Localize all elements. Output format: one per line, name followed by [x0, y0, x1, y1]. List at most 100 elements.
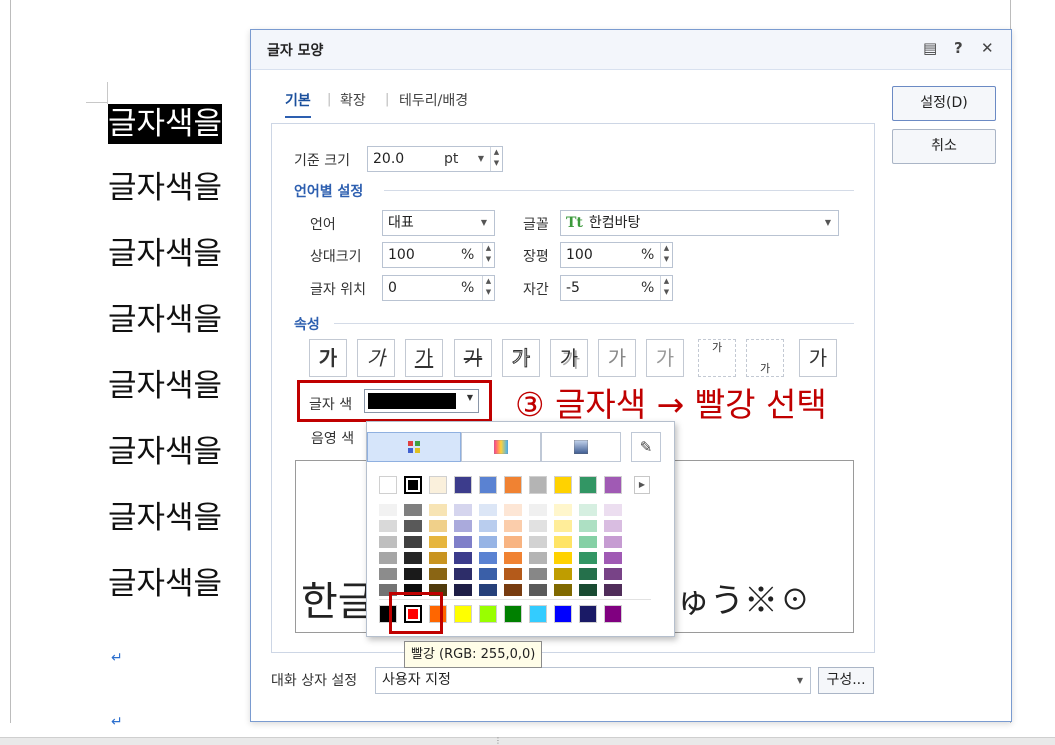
palette-shade-swatch[interactable]	[529, 504, 547, 516]
attr-normal-button[interactable]: 가	[799, 339, 837, 377]
palette-shade-swatch[interactable]	[454, 504, 472, 516]
palette-shade-swatch[interactable]	[504, 568, 522, 580]
palette-tab-spectrum[interactable]	[461, 432, 541, 462]
spinner-icon[interactable]: ▲ ▼	[660, 276, 672, 300]
horizontal-scrollbar[interactable]	[0, 737, 1055, 745]
palette-swatch[interactable]	[529, 605, 547, 623]
palette-shade-swatch[interactable]	[604, 568, 622, 580]
palette-swatch[interactable]	[504, 605, 522, 623]
document-line[interactable]: 글자색을	[108, 432, 222, 472]
palette-swatch[interactable]	[604, 476, 622, 494]
palette-swatch[interactable]	[554, 476, 572, 494]
palette-shade-swatch[interactable]	[579, 568, 597, 580]
palette-shade-swatch[interactable]	[579, 520, 597, 532]
palette-shade-swatch[interactable]	[579, 552, 597, 564]
width-input[interactable]: 100 % ▲ ▼	[560, 242, 673, 268]
font-select[interactable]: Tt 한컴바탕 ▼	[560, 210, 839, 236]
spinner-icon[interactable]: ▲ ▼	[482, 276, 494, 300]
palette-shade-swatch[interactable]	[454, 536, 472, 548]
dialog-titlebar[interactable]: 글자 모양 ▤ ? ✕	[251, 30, 1011, 70]
palette-swatch[interactable]	[454, 476, 472, 494]
palette-shade-swatch[interactable]	[454, 568, 472, 580]
attr-strikethrough-button[interactable]: 가	[454, 339, 492, 377]
help-icon[interactable]: ?	[954, 39, 963, 57]
palette-shade-swatch[interactable]	[379, 536, 397, 548]
attr-underline-button[interactable]: 가	[405, 339, 443, 377]
palette-shade-swatch[interactable]	[454, 520, 472, 532]
palette-swatch[interactable]	[579, 476, 597, 494]
ok-button[interactable]: 설정(D)	[892, 86, 996, 121]
palette-shade-swatch[interactable]	[404, 536, 422, 548]
attr-shadow-button[interactable]: 가	[550, 339, 588, 377]
attr-superscript-button[interactable]: 가	[698, 339, 736, 377]
tab-basic[interactable]: 기본	[285, 90, 311, 118]
attr-bold-button[interactable]: 가	[309, 339, 347, 377]
palette-shade-swatch[interactable]	[404, 568, 422, 580]
palette-shade-swatch[interactable]	[504, 520, 522, 532]
position-input[interactable]: 0 % ▲ ▼	[382, 275, 495, 301]
palette-shade-swatch[interactable]	[529, 520, 547, 532]
palette-swatch[interactable]	[579, 605, 597, 623]
palette-shade-swatch[interactable]	[604, 536, 622, 548]
palette-shade-swatch[interactable]	[479, 568, 497, 580]
palette-shade-swatch[interactable]	[504, 552, 522, 564]
palette-shade-swatch[interactable]	[404, 552, 422, 564]
palette-shade-swatch[interactable]	[504, 584, 522, 596]
palette-shade-swatch[interactable]	[529, 568, 547, 580]
palette-swatch[interactable]	[504, 476, 522, 494]
palette-shade-swatch[interactable]	[529, 584, 547, 596]
palette-shade-swatch[interactable]	[579, 584, 597, 596]
palette-shade-swatch[interactable]	[579, 504, 597, 516]
document-line[interactable]: 글자색을	[108, 498, 222, 538]
eyedropper-icon[interactable]: ✎	[631, 432, 661, 462]
palette-shade-swatch[interactable]	[479, 536, 497, 548]
palette-shade-swatch[interactable]	[604, 552, 622, 564]
attr-outline-button[interactable]: 가	[502, 339, 540, 377]
palette-swatch[interactable]	[479, 605, 497, 623]
palette-swatch[interactable]	[529, 476, 547, 494]
spacing-input[interactable]: -5 % ▲ ▼	[560, 275, 673, 301]
palette-swatch[interactable]	[404, 476, 422, 494]
chevron-right-icon[interactable]: ▶	[634, 476, 650, 494]
document-line[interactable]: 글자색을	[108, 234, 222, 274]
palette-shade-swatch[interactable]	[379, 504, 397, 516]
palette-shade-swatch[interactable]	[429, 568, 447, 580]
palette-swatch[interactable]	[479, 476, 497, 494]
palette-shade-swatch[interactable]	[604, 504, 622, 516]
palette-shade-swatch[interactable]	[604, 520, 622, 532]
palette-shade-swatch[interactable]	[504, 504, 522, 516]
palette-tab-basic[interactable]	[367, 432, 461, 462]
palette-swatch[interactable]	[429, 476, 447, 494]
palette-shade-swatch[interactable]	[379, 520, 397, 532]
palette-shade-swatch[interactable]	[429, 552, 447, 564]
document-line[interactable]: 글자색을	[108, 168, 222, 208]
palette-tab-image[interactable]	[541, 432, 621, 462]
palette-shade-swatch[interactable]	[554, 504, 572, 516]
document-line[interactable]: 글자색을	[108, 366, 222, 406]
palette-shade-swatch[interactable]	[554, 536, 572, 548]
palette-shade-swatch[interactable]	[454, 552, 472, 564]
spinner-icon[interactable]: ▲ ▼	[660, 243, 672, 267]
palette-swatch[interactable]	[454, 605, 472, 623]
document-line-selected[interactable]: 글자색을	[108, 104, 223, 144]
palette-shade-swatch[interactable]	[429, 536, 447, 548]
palette-shade-swatch[interactable]	[429, 504, 447, 516]
rel-size-input[interactable]: 100 % ▲ ▼	[382, 242, 495, 268]
palette-shade-swatch[interactable]	[554, 568, 572, 580]
palette-shade-swatch[interactable]	[454, 584, 472, 596]
base-size-input[interactable]: 20.0 pt ▼ ▲ ▼	[367, 146, 503, 172]
chevron-down-icon[interactable]: ▼	[481, 211, 487, 235]
cancel-button[interactable]: 취소	[892, 129, 996, 164]
attr-subscript-button[interactable]: 가	[746, 339, 784, 377]
palette-shade-swatch[interactable]	[379, 568, 397, 580]
palette-shade-swatch[interactable]	[479, 584, 497, 596]
dialog-setting-select[interactable]: 사용자 지정 ▼	[375, 667, 811, 694]
tab-extended[interactable]: 확장	[340, 90, 366, 110]
palette-shade-swatch[interactable]	[429, 520, 447, 532]
palette-shade-swatch[interactable]	[479, 504, 497, 516]
close-icon[interactable]: ✕	[981, 39, 994, 57]
chevron-down-icon[interactable]: ▼	[825, 211, 831, 235]
document-line[interactable]: 글자색을	[108, 564, 222, 604]
document-line[interactable]: 글자색을	[108, 300, 222, 340]
spinner-icon[interactable]: ▲ ▼	[482, 243, 494, 267]
